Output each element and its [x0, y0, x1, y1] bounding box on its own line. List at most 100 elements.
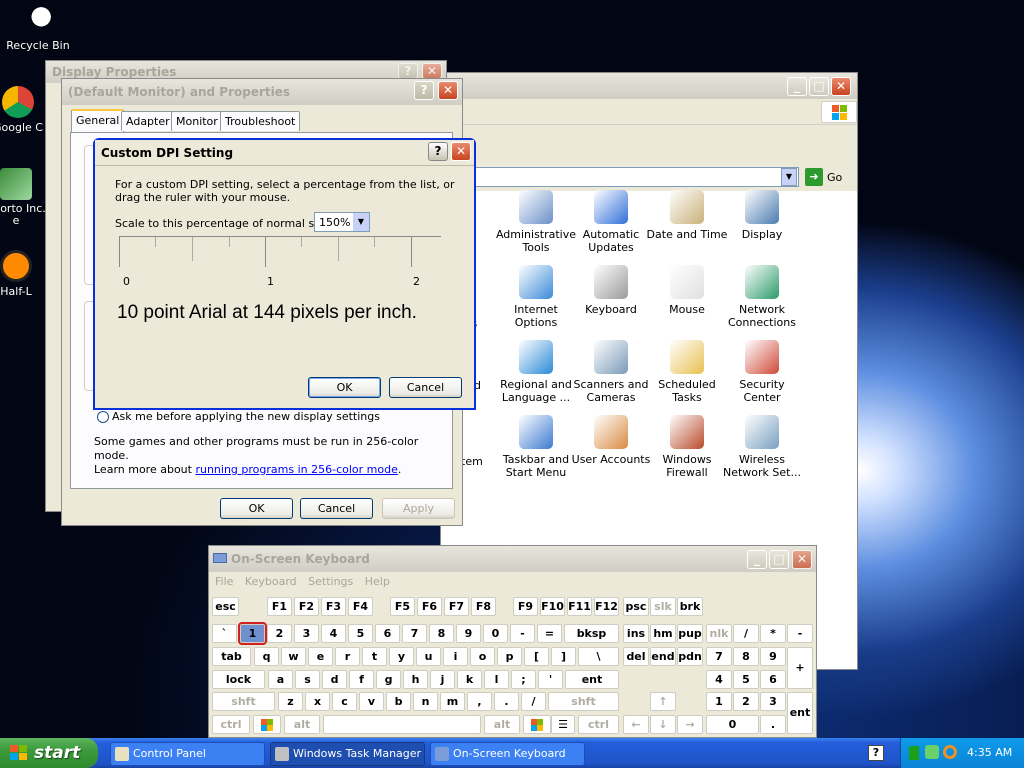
address-dropdown-button[interactable]: ▼: [781, 168, 797, 186]
desktop-icon-chrome[interactable]: Google C: [0, 86, 48, 134]
osk-key-d[interactable]: d: [322, 670, 347, 689]
close-button[interactable]: ✕: [422, 63, 442, 79]
tab-monitor[interactable]: Monitor: [171, 111, 223, 131]
osk-key-f4[interactable]: F4: [348, 597, 373, 616]
dpi-ruler[interactable]: 0 1 2: [119, 236, 441, 288]
osk-key-m[interactable]: m: [440, 692, 465, 711]
osk-key-k1[interactable]: 1: [238, 622, 267, 645]
custom-dpi-titlebar[interactable]: Custom DPI Setting: [95, 140, 474, 166]
go-icon[interactable]: ➜: [805, 168, 823, 186]
osk-key-ndiv[interactable]: /: [733, 624, 759, 643]
osk-key-ins[interactable]: ins: [623, 624, 649, 643]
apply-button[interactable]: Apply: [382, 498, 455, 519]
osk-key-space[interactable]: [323, 715, 481, 734]
osk-key-bsl[interactable]: \: [578, 647, 619, 666]
osk-key-n5[interactable]: 5: [733, 670, 759, 689]
osk-key-bksp[interactable]: bksp: [564, 624, 619, 643]
osk-key-slk[interactable]: slk: [650, 597, 676, 616]
ask-radio[interactable]: [97, 411, 109, 423]
osk-key-lbr[interactable]: [: [524, 647, 549, 666]
osk-key-slash[interactable]: /: [521, 692, 546, 711]
osk-key-f2[interactable]: F2: [294, 597, 319, 616]
tab-troubleshoot[interactable]: Troubleshoot: [220, 111, 301, 131]
osk-key-v[interactable]: v: [359, 692, 384, 711]
control-panel-item[interactable]: Windows Firewall: [646, 415, 728, 479]
osk-key-n2[interactable]: 2: [733, 692, 759, 711]
control-panel-item[interactable]: Administrative Tools: [495, 190, 577, 254]
osk-key-f9[interactable]: F9: [513, 597, 538, 616]
menu-help[interactable]: Help: [365, 575, 390, 588]
osk-key-nsub[interactable]: -: [787, 624, 813, 643]
osk-key-lock[interactable]: lock: [212, 670, 265, 689]
osk-key-tab[interactable]: tab: [212, 647, 251, 666]
osk-key-f3[interactable]: F3: [321, 597, 346, 616]
osk-key-rbr[interactable]: ]: [551, 647, 576, 666]
osk-key-c[interactable]: c: [332, 692, 357, 711]
osk-key-f5[interactable]: F5: [390, 597, 415, 616]
osk-key-ralt[interactable]: alt: [484, 715, 520, 734]
osk-key-k6[interactable]: 6: [375, 624, 400, 643]
monitor-properties-titlebar[interactable]: (Default Monitor) and Properties: [62, 79, 462, 105]
control-panel-item[interactable]: Wireless Network Set...: [721, 415, 803, 479]
osk-key-windows-left[interactable]: [253, 715, 281, 734]
start-button[interactable]: start: [0, 738, 98, 768]
address-input[interactable]: [441, 167, 799, 187]
running-programs-link[interactable]: running programs in 256-color mode: [195, 463, 397, 476]
osk-key-minus[interactable]: -: [510, 624, 535, 643]
osk-key-x[interactable]: x: [305, 692, 330, 711]
osk-key-semi[interactable]: ;: [511, 670, 536, 689]
osk-key-left[interactable]: ←: [623, 715, 649, 734]
osk-key-f8[interactable]: F8: [471, 597, 496, 616]
osk-key-j[interactable]: j: [430, 670, 455, 689]
osk-key-hm[interactable]: hm: [650, 624, 676, 643]
close-button[interactable]: ✕: [438, 81, 458, 100]
osk-key-k[interactable]: k: [457, 670, 482, 689]
control-panel-item[interactable]: Regional and Language ...: [495, 340, 577, 404]
desktop-icon-half-life[interactable]: Half-L: [0, 250, 44, 298]
osk-key-menu[interactable]: ☰: [551, 715, 575, 734]
control-panel-item[interactable]: Mouse: [646, 265, 728, 316]
osk-key-nlk[interactable]: nlk: [706, 624, 732, 643]
osk-key-brk[interactable]: brk: [677, 597, 703, 616]
control-panel-item[interactable]: Taskbar and Start Menu: [495, 415, 577, 479]
osk-key-u[interactable]: u: [416, 647, 441, 666]
help-button[interactable]: ?: [398, 63, 418, 79]
osk-key-n0[interactable]: 0: [706, 715, 759, 734]
control-panel-item[interactable]: User Accounts: [570, 415, 652, 466]
cancel-button[interactable]: Cancel: [389, 377, 462, 398]
osk-key-q[interactable]: q: [254, 647, 279, 666]
osk-key-k2[interactable]: 2: [267, 624, 292, 643]
osk-key-end[interactable]: end: [650, 647, 676, 666]
osk-key-f11[interactable]: F11: [567, 597, 592, 616]
osk-key-b[interactable]: b: [386, 692, 411, 711]
menu-keyboard[interactable]: Keyboard: [245, 575, 297, 588]
osk-key-n6[interactable]: 6: [760, 670, 786, 689]
control-panel-item[interactable]: Scheduled Tasks: [646, 340, 728, 404]
close-button[interactable]: ✕: [792, 550, 812, 569]
osk-key-n[interactable]: n: [413, 692, 438, 711]
osk-key-f1[interactable]: F1: [267, 597, 292, 616]
osk-key-del[interactable]: del: [623, 647, 649, 666]
osk-key-lshift[interactable]: shft: [212, 692, 275, 711]
osk-key-w[interactable]: w: [281, 647, 306, 666]
task-control-panel[interactable]: Control Panel: [110, 742, 265, 766]
osk-key-g[interactable]: g: [376, 670, 401, 689]
osk-key-pdn[interactable]: pdn: [677, 647, 703, 666]
osk-key-lalt[interactable]: alt: [284, 715, 320, 734]
ok-button[interactable]: OK: [308, 377, 381, 398]
osk-key-comma[interactable]: ,: [467, 692, 492, 711]
osk-key-k4[interactable]: 4: [321, 624, 346, 643]
ok-button[interactable]: OK: [220, 498, 293, 519]
osk-key-f12[interactable]: F12: [594, 597, 619, 616]
osk-key-psc[interactable]: psc: [623, 597, 649, 616]
desktop-icon-recycle-bin[interactable]: Recycle Bin: [0, 4, 76, 52]
minimize-button[interactable]: _: [747, 550, 767, 569]
go-button-label[interactable]: Go: [827, 171, 842, 184]
cancel-button[interactable]: Cancel: [300, 498, 373, 519]
osk-key-nadd[interactable]: +: [787, 647, 813, 689]
osk-key-n8[interactable]: 8: [733, 647, 759, 666]
osk-key-n1[interactable]: 1: [706, 692, 732, 711]
osk-key-n7[interactable]: 7: [706, 647, 732, 666]
osk-key-right[interactable]: →: [677, 715, 703, 734]
osk-key-r[interactable]: r: [335, 647, 360, 666]
